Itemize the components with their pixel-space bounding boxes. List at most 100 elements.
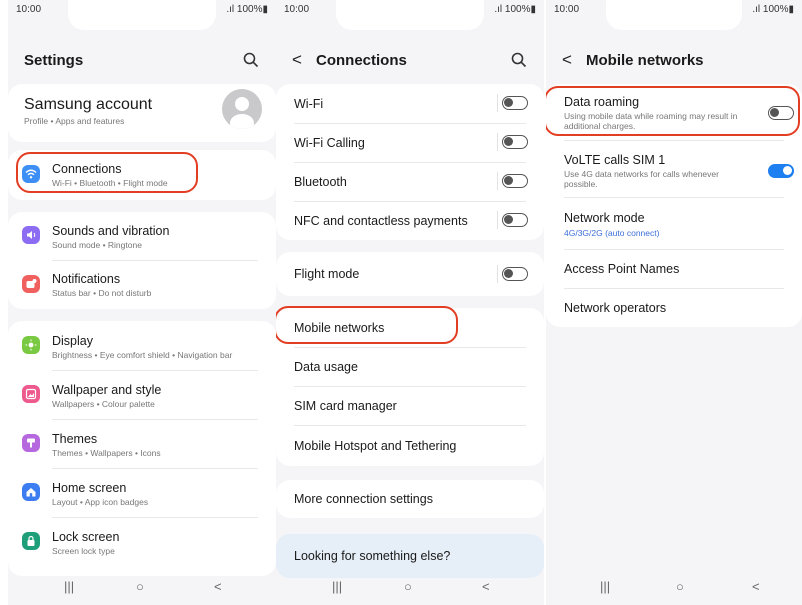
lock-icon [22, 532, 40, 550]
apn-title: Access Point Names [564, 262, 680, 276]
status-bar: 10:00 .ıl 100%▮ [546, 0, 802, 22]
divider [52, 370, 258, 371]
notification-icon [22, 275, 40, 293]
flight-mode-toggle[interactable] [502, 267, 528, 281]
hotspot-row[interactable]: Mobile Hotspot and Tethering [276, 425, 544, 466]
nfc-row[interactable]: NFC and contactless payments [276, 201, 544, 240]
back-arrow-icon[interactable]: < [562, 50, 572, 70]
back-button[interactable]: < [214, 579, 222, 594]
home-button[interactable]: ○ [676, 579, 684, 594]
navigation-bar: ||| ○ < [276, 573, 544, 605]
highlight-connections [16, 152, 198, 193]
apn-row[interactable]: Access Point Names [546, 249, 802, 288]
hotspot-label: Mobile Hotspot and Tethering [294, 439, 457, 453]
network-mode-title: Network mode [564, 211, 645, 225]
wifi-calling-toggle[interactable] [502, 135, 528, 149]
battery-indicator: .ıl 100%▮ [494, 4, 536, 15]
person-icon [230, 97, 254, 129]
display-icon [22, 336, 40, 354]
sounds-title[interactable]: Sounds and vibration [52, 224, 169, 238]
battery-indicator: .ıl 100%▮ [226, 4, 268, 15]
mobile-networks-header: < Mobile networks [562, 50, 786, 74]
back-arrow-icon[interactable]: < [292, 50, 302, 70]
back-button[interactable]: < [752, 579, 760, 594]
wallpaper-subtitle: Wallpapers • Colour palette [52, 399, 155, 409]
wallpaper-icon [22, 385, 40, 403]
wifi-calling-label: Wi-Fi Calling [294, 136, 365, 150]
bluetooth-row[interactable]: Bluetooth [276, 162, 544, 201]
avatar[interactable] [222, 89, 262, 129]
sounds-subtitle: Sound mode • Ringtone [52, 240, 142, 250]
recents-button[interactable]: ||| [332, 579, 342, 594]
network-mode-row[interactable]: Network mode 4G/3G/2G (auto connect) [546, 197, 802, 249]
display-subtitle: Brightness • Eye comfort shield • Naviga… [52, 350, 233, 360]
wifi-row[interactable]: Wi-Fi [276, 84, 544, 123]
status-bar: 10:00 .ıl 100%▮ [8, 0, 276, 22]
separator [497, 133, 498, 151]
status-time: 10:00 [284, 4, 310, 15]
display-title[interactable]: Display [52, 334, 93, 348]
sound-icon [22, 226, 40, 244]
page-title: Settings [24, 52, 84, 69]
sim-manager-row[interactable]: SIM card manager [276, 386, 544, 425]
divider [52, 517, 258, 518]
account-title: Samsung account [24, 96, 153, 113]
wallpaper-title[interactable]: Wallpaper and style [52, 383, 161, 397]
connections-screen: 10:00 .ıl 100%▮ < Connections Wi-Fi Wi-F… [276, 0, 544, 605]
separator [497, 211, 498, 229]
display-card: Display Brightness • Eye comfort shield … [8, 321, 276, 576]
separator [497, 172, 498, 190]
divider [52, 419, 258, 420]
home-screen-subtitle: Layout • App icon badges [52, 497, 149, 507]
home-button[interactable]: ○ [404, 579, 412, 594]
flight-mode-label: Flight mode [294, 267, 360, 281]
notifications-subtitle: Status bar • Do not disturb [52, 288, 152, 298]
highlight-mobile-networks [276, 306, 458, 344]
settings-header: Settings [24, 50, 260, 74]
wifi-toggle[interactable] [502, 96, 528, 110]
volte-title: VoLTE calls SIM 1 [564, 153, 666, 167]
volte-toggle[interactable] [768, 164, 794, 178]
bluetooth-toggle[interactable] [502, 174, 528, 188]
more-settings-card[interactable]: More connection settings [276, 480, 544, 518]
data-usage-row[interactable]: Data usage [276, 347, 544, 386]
lock-screen-title[interactable]: Lock screen [52, 530, 119, 544]
samsung-account-card[interactable]: Samsung account Profile • Apps and featu… [8, 84, 276, 142]
themes-subtitle: Themes • Wallpapers • Icons [52, 448, 161, 458]
themes-icon [22, 434, 40, 452]
sound-notification-card: Sounds and vibration Sound mode • Ringto… [8, 212, 276, 309]
volte-subtitle: Use 4G data networks for calls whenever … [564, 169, 719, 189]
volte-row[interactable]: VoLTE calls SIM 1 Use 4G data networks f… [546, 140, 802, 197]
notifications-title[interactable]: Notifications [52, 272, 120, 286]
search-icon[interactable] [242, 51, 260, 69]
mobile-networks-screen: 10:00 .ıl 100%▮ < Mobile networks Data r… [546, 0, 802, 605]
separator [497, 94, 498, 112]
lock-screen-subtitle: Screen lock type [52, 546, 115, 556]
search-icon[interactable] [510, 51, 528, 69]
home-button[interactable]: ○ [136, 579, 144, 594]
back-button[interactable]: < [482, 579, 490, 594]
bluetooth-label: Bluetooth [294, 175, 347, 189]
wifi-calling-row[interactable]: Wi-Fi Calling [276, 123, 544, 162]
status-bar: 10:00 .ıl 100%▮ [276, 0, 544, 22]
account-subtitle: Profile • Apps and features [24, 116, 125, 126]
nfc-toggle[interactable] [502, 213, 528, 227]
network-mode-value: 4G/3G/2G (auto connect) [564, 228, 660, 238]
data-usage-label: Data usage [294, 360, 358, 374]
looking-for-card[interactable]: Looking for something else? [276, 534, 544, 578]
divider [52, 468, 258, 469]
network-operators-row[interactable]: Network operators [546, 288, 802, 327]
divider [52, 260, 258, 261]
home-icon [22, 483, 40, 501]
home-screen-title[interactable]: Home screen [52, 481, 126, 495]
more-settings-label: More connection settings [294, 492, 433, 506]
themes-title[interactable]: Themes [52, 432, 97, 446]
connections-header: < Connections [292, 50, 528, 74]
recents-button[interactable]: ||| [600, 579, 610, 594]
wireless-card: Wi-Fi Wi-Fi Calling Bluetooth NFC and co… [276, 84, 544, 240]
highlight-data-roaming [546, 86, 800, 136]
navigation-bar: ||| ○ < [546, 573, 802, 605]
status-time: 10:00 [554, 4, 580, 15]
flight-mode-card[interactable]: Flight mode [276, 252, 544, 296]
recents-button[interactable]: ||| [64, 579, 74, 594]
